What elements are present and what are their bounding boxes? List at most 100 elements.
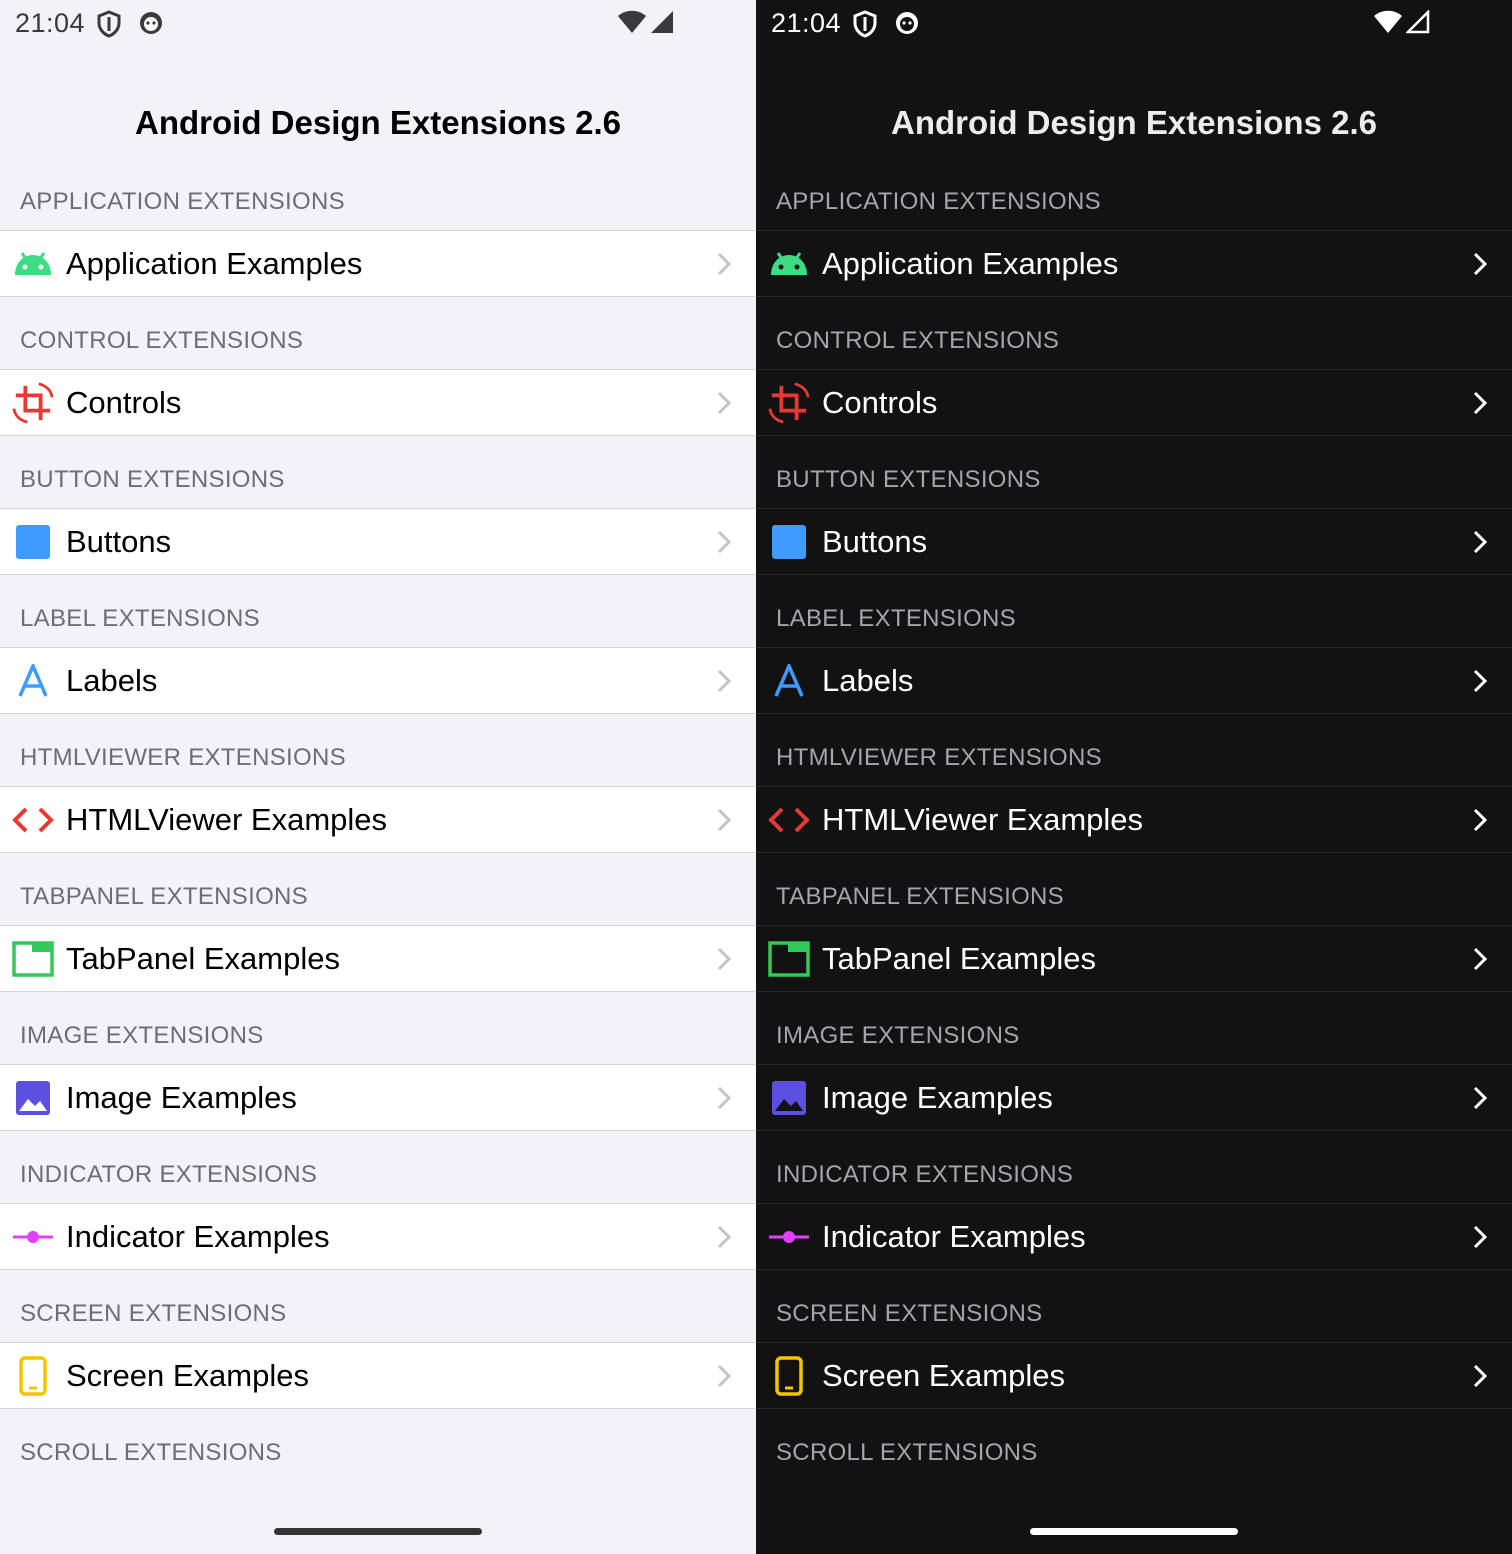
indicator-icon [768, 1216, 810, 1258]
list-item-image-examples[interactable]: Image Examples [0, 1064, 756, 1131]
list-item-label: Application Examples [66, 245, 363, 281]
section-header: LABEL EXTENSIONS [20, 605, 260, 632]
list-item-indicator-examples[interactable]: Indicator Examples [0, 1203, 756, 1270]
section-header: SCREEN EXTENSIONS [20, 1300, 287, 1327]
list-item-buttons[interactable]: Buttons [756, 508, 1512, 575]
list-item-label: TabPanel Examples [66, 940, 340, 976]
dark-theme-screen: 21:04 Android Design Extensions 2.6 APPL… [756, 0, 1512, 1554]
square-icon [12, 521, 54, 563]
status-time: 21:04 [771, 8, 842, 38]
list-item-controls[interactable]: Controls [756, 369, 1512, 436]
section-header: TABPANEL EXTENSIONS [20, 883, 308, 910]
app-notification-icon [138, 10, 164, 41]
section-header: CONTROL EXTENSIONS [20, 327, 304, 354]
list-item-labels[interactable]: Labels [0, 647, 756, 714]
section-header: TABPANEL EXTENSIONS [776, 883, 1064, 910]
section-header: HTMLVIEWER EXTENSIONS [20, 744, 346, 771]
wifi-icon [617, 10, 647, 39]
list-item-labels[interactable]: Labels [756, 647, 1512, 714]
page-title: Android Design Extensions 2.6 [135, 104, 621, 141]
phone-icon [768, 1355, 810, 1397]
crop-rotate-icon [12, 382, 54, 424]
status-time: 21:04 [15, 8, 86, 38]
signal-icon [1404, 8, 1430, 39]
chevron-right-icon [1472, 807, 1488, 838]
tab-icon [768, 938, 810, 980]
list-item-label: Labels [66, 662, 158, 698]
shield-icon [96, 10, 122, 43]
chevron-right-icon [1472, 251, 1488, 282]
image-icon [768, 1077, 810, 1119]
section-header: BUTTON EXTENSIONS [20, 466, 285, 493]
list-item-screen-examples[interactable]: Screen Examples [756, 1342, 1512, 1409]
crop-rotate-icon [768, 382, 810, 424]
code-icon [768, 799, 810, 841]
list-item-label: Controls [822, 384, 938, 420]
letter-a-icon [12, 660, 54, 702]
status-bar: 21:04 [0, 0, 756, 48]
list-item-label: Indicator Examples [822, 1218, 1086, 1254]
list-item-label: Screen Examples [66, 1357, 309, 1393]
home-indicator[interactable] [274, 1528, 482, 1535]
chevron-right-icon [716, 251, 732, 282]
list-item-htmlviewer-examples[interactable]: HTMLViewer Examples [0, 786, 756, 853]
app-notification-icon [894, 10, 920, 41]
signal-icon [650, 10, 674, 39]
page-title: Android Design Extensions 2.6 [891, 104, 1377, 141]
indicator-icon [12, 1216, 54, 1258]
letter-a-icon [768, 660, 810, 702]
chevron-right-icon [1472, 946, 1488, 977]
section-header: CONTROL EXTENSIONS [776, 327, 1060, 354]
shield-icon [852, 10, 878, 43]
android-icon [12, 243, 54, 285]
list-item-label: HTMLViewer Examples [66, 801, 388, 837]
chevron-right-icon [1472, 1085, 1488, 1116]
list-item-htmlviewer-examples[interactable]: HTMLViewer Examples [756, 786, 1512, 853]
status-bar: 21:04 [756, 0, 1512, 48]
chevron-right-icon [716, 1363, 732, 1394]
section-header: BUTTON EXTENSIONS [776, 466, 1041, 493]
settings-list: APPLICATION EXTENSIONS Application Examp… [756, 158, 1512, 1481]
list-item-screen-examples[interactable]: Screen Examples [0, 1342, 756, 1409]
phone-icon [12, 1355, 54, 1397]
list-item-application-examples[interactable]: Application Examples [0, 230, 756, 297]
list-item-controls[interactable]: Controls [0, 369, 756, 436]
section-header: INDICATOR EXTENSIONS [776, 1161, 1074, 1188]
section-header: IMAGE EXTENSIONS [20, 1022, 264, 1049]
list-item-label: Buttons [66, 523, 172, 559]
wifi-icon [1373, 10, 1403, 39]
tab-icon [12, 938, 54, 980]
list-item-label: Screen Examples [822, 1357, 1065, 1393]
list-item-label: Controls [66, 384, 182, 420]
section-header: INDICATOR EXTENSIONS [20, 1161, 318, 1188]
chevron-right-icon [716, 1085, 732, 1116]
list-item-indicator-examples[interactable]: Indicator Examples [756, 1203, 1512, 1270]
chevron-right-icon [1472, 1224, 1488, 1255]
code-icon [12, 799, 54, 841]
list-item-buttons[interactable]: Buttons [0, 508, 756, 575]
home-indicator[interactable] [1030, 1528, 1238, 1535]
list-item-label: Application Examples [822, 245, 1119, 281]
list-item-label: Image Examples [66, 1079, 297, 1115]
section-header: APPLICATION EXTENSIONS [776, 188, 1101, 215]
list-item-tabpanel-examples[interactable]: TabPanel Examples [0, 925, 756, 992]
list-item-tabpanel-examples[interactable]: TabPanel Examples [756, 925, 1512, 992]
chevron-right-icon [1472, 1363, 1488, 1394]
chevron-right-icon [1472, 668, 1488, 699]
android-icon [768, 243, 810, 285]
list-item-image-examples[interactable]: Image Examples [756, 1064, 1512, 1131]
section-header: HTMLVIEWER EXTENSIONS [776, 744, 1102, 771]
chevron-right-icon [1472, 390, 1488, 421]
section-header: SCROLL EXTENSIONS [20, 1439, 282, 1466]
light-theme-screen: 21:04 Android Design Extensions 2.6 APPL… [0, 0, 756, 1554]
chevron-right-icon [716, 390, 732, 421]
list-item-application-examples[interactable]: Application Examples [756, 230, 1512, 297]
chevron-right-icon [716, 668, 732, 699]
chevron-right-icon [716, 1224, 732, 1255]
chevron-right-icon [716, 529, 732, 560]
square-icon [768, 521, 810, 563]
chevron-right-icon [716, 946, 732, 977]
section-header: SCREEN EXTENSIONS [776, 1300, 1043, 1327]
list-item-label: Buttons [822, 523, 928, 559]
section-header: IMAGE EXTENSIONS [776, 1022, 1020, 1049]
